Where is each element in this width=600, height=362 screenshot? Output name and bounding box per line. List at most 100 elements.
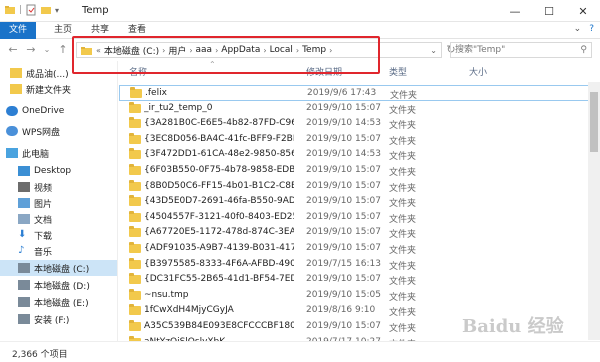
chevron-right-icon[interactable]: › — [329, 46, 332, 55]
table-row[interactable]: {3EC8D056-BA4C-41fc-BFF9-F2BDDD... 2019/9… — [119, 132, 600, 148]
maximize-button[interactable]: ☐ — [532, 0, 566, 22]
up-button[interactable]: ↑ — [56, 43, 70, 57]
table-row[interactable]: _ir_tu2_temp_0 2019/9/10 15:07 文件夹 — [119, 101, 600, 117]
file-date: 2019/9/10 14:53 — [306, 149, 381, 160]
breadcrumb-users[interactable]: 用户 — [168, 44, 186, 57]
forward-button[interactable]: → — [24, 43, 38, 57]
breadcrumb-appdata[interactable]: AppData — [221, 45, 260, 55]
sidebar-item-downloads[interactable]: ⬇ 下载 — [0, 227, 117, 243]
table-row[interactable]: {B3975585-8333-4F6A-AFBD-490F7D... 2019/7… — [119, 257, 600, 273]
chevron-right-icon[interactable]: › — [296, 46, 299, 55]
table-row[interactable]: .felix 2019/9/6 17:43 文件夹 — [119, 85, 600, 101]
column-size[interactable]: 大小 — [469, 65, 487, 78]
sidebar-item-f-drive[interactable]: 安装 (F:) — [0, 311, 117, 327]
folder-icon — [129, 179, 141, 191]
table-row[interactable]: ~nsu.tmp 2019/9/10 15:05 文件夹 — [119, 288, 600, 304]
address-row: ← → ⌄ ↑ « 本地磁盘 (C:) › 用户 › aaa › AppData… — [0, 39, 600, 61]
table-row[interactable]: {3A281B0C-E6E5-4b82-87FD-C96351... 2019/9… — [119, 116, 600, 132]
column-name[interactable]: 名称 — [129, 65, 147, 78]
breadcrumb-c-drive[interactable]: 本地磁盘 (C:) — [104, 44, 159, 57]
window-title: Temp — [82, 5, 109, 16]
file-name: {3EC8D056-BA4C-41fc-BFF9-F2BDDD... — [144, 133, 294, 144]
file-name: {3F472DD1-61CA-48e2-9850-85614B... — [144, 149, 294, 160]
sidebar-item-videos[interactable]: 视频 — [0, 179, 117, 195]
folder-icon — [129, 195, 141, 207]
sidebar-item-music[interactable]: ♪ 音乐 — [0, 243, 117, 259]
sidebar-item-documents[interactable]: 文档 — [0, 211, 117, 227]
file-date: 2019/9/10 15:07 — [306, 243, 381, 253]
properties-icon[interactable] — [25, 4, 37, 16]
file-name: {ADF91035-A9B7-4139-B031-417B25... — [144, 243, 294, 253]
chevron-right-icon[interactable]: › — [189, 46, 192, 55]
chevron-right-icon[interactable]: › — [263, 46, 266, 55]
sidebar-item-c-drive[interactable]: 本地磁盘 (C:) — [0, 260, 117, 276]
breadcrumb-aaa[interactable]: aaa — [196, 45, 213, 55]
file-date: 2019/9/10 15:07 — [306, 133, 381, 144]
sidebar-item-desktop[interactable]: Desktop — [0, 163, 117, 179]
minimize-button[interactable]: — — [498, 0, 532, 22]
desktop-icon — [18, 166, 30, 176]
file-type: 文件夹 — [389, 183, 417, 194]
breadcrumb-local[interactable]: Local — [270, 45, 293, 55]
folder-icon — [5, 6, 15, 14]
table-row[interactable]: {6F03B550-0F75-4b78-9858-EDB6CA... 2019/9… — [119, 163, 600, 179]
file-date: 2019/9/10 15:07 — [306, 274, 381, 285]
back-button[interactable]: ← — [6, 43, 20, 57]
table-row[interactable]: {A67720E5-1172-478d-874C-3EA4F16... 2019/… — [119, 225, 600, 241]
file-name: A35C539B84E093E8CFCCCBF180BF92... — [144, 321, 294, 331]
sidebar-item-pictures[interactable]: 图片 — [0, 195, 117, 211]
tab-file[interactable]: 文件 — [0, 22, 36, 39]
tab-view[interactable]: 查看 — [128, 22, 146, 39]
sidebar-item-this-pc[interactable]: 此电脑 — [0, 145, 117, 161]
folder-icon — [129, 101, 141, 113]
file-type: 文件夹 — [389, 261, 417, 272]
file-date: 2019/7/15 16:13 — [306, 258, 381, 269]
sort-ascending-icon: ⌃ — [209, 61, 216, 69]
sidebar-item-onedrive[interactable]: OneDrive — [0, 103, 117, 119]
file-date: 2019/9/10 15:07 — [306, 227, 381, 238]
table-row[interactable]: {4504557F-3121-40f0-8403-ED2531B... 2019/… — [119, 210, 600, 226]
address-bar[interactable]: « 本地磁盘 (C:) › 用户 › aaa › AppData › Local… — [76, 42, 442, 58]
document-icon — [18, 214, 30, 224]
table-row[interactable]: {ADF91035-A9B7-4139-B031-417B25... 2019/9… — [119, 241, 600, 257]
scrollbar-thumb[interactable] — [590, 92, 598, 152]
file-name: {3A281B0C-E6E5-4b82-87FD-C96351... — [144, 118, 294, 129]
search-input[interactable]: 搜索"Temp" ⚲ — [450, 42, 592, 58]
recent-locations-icon[interactable]: ⌄ — [40, 43, 54, 57]
column-type[interactable]: 类型 — [389, 65, 407, 78]
file-name: _ir_tu2_temp_0 — [144, 102, 213, 113]
breadcrumb-overflow[interactable]: « — [96, 46, 101, 55]
picture-icon — [18, 198, 30, 208]
file-name: {6F03B550-0F75-4b78-9858-EDB6CA... — [144, 165, 294, 175]
tab-home[interactable]: 主页 — [54, 22, 72, 39]
file-date: 2019/9/6 17:43 — [307, 88, 377, 98]
close-button[interactable]: ✕ — [566, 0, 600, 22]
qat-dropdown-icon[interactable]: ▾ — [55, 6, 59, 15]
sidebar-item-new-folder[interactable]: 新建文件夹 — [0, 81, 117, 97]
file-name: {4504557F-3121-40f0-8403-ED2531B... — [144, 211, 294, 222]
sidebar-item-d-drive[interactable]: 本地磁盘 (D:) — [0, 277, 117, 293]
file-type: 文件夹 — [389, 199, 417, 210]
help-icon[interactable]: ? — [589, 24, 594, 34]
folder-icon — [129, 117, 141, 129]
table-row[interactable]: {3F472DD1-61CA-48e2-9850-85614B... 2019/9… — [119, 147, 600, 163]
vertical-scrollbar[interactable] — [588, 82, 600, 340]
table-row[interactable]: {DC31FC55-2B65-41d1-BF54-7ED7B9... 2019/9… — [119, 272, 600, 288]
file-name: 1fCwXdH4MjyCGyJA — [144, 305, 234, 316]
sidebar-item-e-drive[interactable]: 本地磁盘 (E:) — [0, 294, 117, 310]
file-name: {A67720E5-1172-478d-874C-3EA4F16... — [144, 227, 294, 238]
table-row[interactable]: {8B0D50C6-FF15-4b01-B1C2-C8ECD9... 2019/9… — [119, 179, 600, 195]
sidebar-item-pinned-folder[interactable]: 成品油(...) — [0, 65, 117, 81]
breadcrumb-temp[interactable]: Temp — [302, 45, 326, 55]
tab-share[interactable]: 共享 — [91, 22, 109, 39]
column-date[interactable]: 修改日期 — [306, 65, 342, 78]
ribbon-expand-icon[interactable]: ⌄ — [574, 24, 582, 34]
table-row[interactable]: {43D5E0D7-2691-46fa-B550-9AD551... 2019/9… — [119, 194, 600, 210]
new-folder-icon[interactable] — [40, 4, 52, 16]
chevron-right-icon[interactable]: › — [162, 46, 165, 55]
file-name: {43D5E0D7-2691-46fa-B550-9AD551... — [144, 196, 294, 207]
sidebar-item-wps[interactable]: WPS网盘 — [0, 123, 117, 139]
address-dropdown-icon[interactable]: ⌄ — [430, 46, 437, 55]
chevron-right-icon[interactable]: › — [215, 46, 218, 55]
file-name: .felix — [145, 88, 167, 98]
